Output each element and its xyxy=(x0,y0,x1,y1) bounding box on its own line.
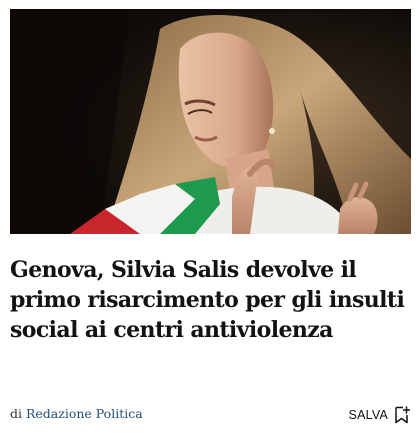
bookmark-add-icon xyxy=(394,406,411,424)
byline-prefix: di xyxy=(10,406,22,421)
article-headline[interactable]: Genova, Silvia Salis devolve il primo ri… xyxy=(10,255,405,345)
save-label: SALVA xyxy=(348,408,388,422)
author-link[interactable]: Redazione Politica xyxy=(26,406,143,421)
save-button[interactable]: SALVA xyxy=(348,406,411,424)
article-card: Genova, Silvia Salis devolve il primo ri… xyxy=(0,0,416,440)
byline: di Redazione Politica xyxy=(10,406,143,421)
article-photo[interactable] xyxy=(10,9,411,234)
portrait-illustration xyxy=(10,9,411,234)
